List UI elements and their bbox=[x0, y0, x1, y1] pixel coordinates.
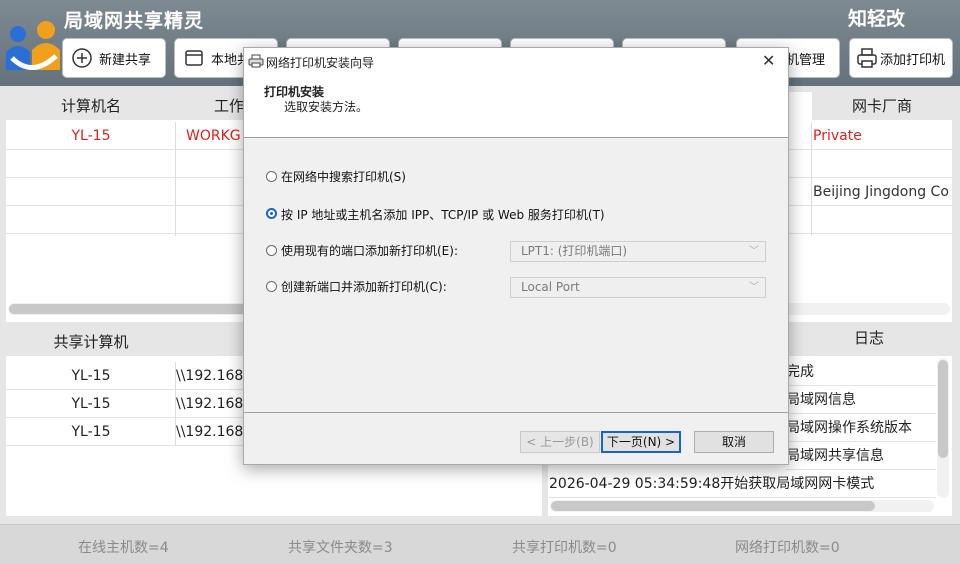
table-cell-vendor[interactable]: Private bbox=[788, 122, 952, 150]
app-logo bbox=[2, 12, 64, 82]
radio-existing-port[interactable] bbox=[266, 245, 277, 256]
log-entry: 2026-04-29 05:34:59:48开始获取局域网网卡模式 bbox=[549, 470, 936, 498]
app-title: 局域网共享精灵 bbox=[64, 10, 205, 32]
window-icon bbox=[183, 47, 205, 69]
status-network-printers: 网络打印机数=0 bbox=[735, 540, 840, 556]
scrollbar-thumb[interactable] bbox=[551, 501, 875, 511]
printer-icon bbox=[856, 47, 878, 69]
brand-watermark: 知轻改 bbox=[848, 8, 906, 30]
chevron-down-icon: ﹀ bbox=[749, 246, 759, 257]
log-horizontal-scrollbar[interactable] bbox=[550, 500, 934, 512]
new-port-type-value: Local Port bbox=[521, 280, 580, 294]
cancel-button[interactable]: 取消 bbox=[694, 431, 774, 453]
column-header-shared-computer[interactable]: 共享计算机 bbox=[6, 328, 176, 356]
dialog-titlebar[interactable]: 网络打印机安装向导 ✕ bbox=[244, 48, 788, 75]
dialog-header: 打印机安装 选取安装方法。 bbox=[244, 75, 788, 138]
add-printer-button[interactable]: 添加打印机 bbox=[849, 38, 953, 78]
column-header-workgroup[interactable]: 工作 bbox=[176, 92, 246, 120]
table-cell-vendor[interactable]: Beijing Jingdong Co bbox=[788, 178, 952, 206]
option-new-port-label[interactable]: 创建新端口并添加新打印机(C): bbox=[281, 278, 447, 295]
printer-icon bbox=[248, 54, 264, 72]
scrollbar-thumb[interactable] bbox=[938, 360, 948, 458]
table-cell-workgroup[interactable]: WORKG bbox=[176, 122, 244, 150]
table-row[interactable] bbox=[788, 150, 952, 178]
add-printer-label: 添加打印机 bbox=[880, 52, 946, 68]
radio-add-by-ip[interactable] bbox=[266, 208, 277, 219]
dialog-divider bbox=[244, 412, 788, 413]
plus-circle-icon bbox=[71, 47, 93, 69]
add-printer-wizard-dialog: 网络打印机安装向导 ✕ 打印机安装 选取安装方法。 在网络中搜索打印机(S) 按… bbox=[243, 47, 789, 465]
table-cell-shared-computer[interactable]: YL-15 bbox=[6, 390, 176, 418]
close-icon[interactable]: ✕ bbox=[762, 51, 775, 70]
new-share-button[interactable]: 新建共享 bbox=[62, 38, 166, 78]
option-add-by-ip-label[interactable]: 按 IP 地址或主机名添加 IPP、TCP/IP 或 Web 服务打印机(T) bbox=[281, 206, 605, 223]
option-existing-port-label[interactable]: 使用现有的端口添加新打印机(E): bbox=[281, 242, 458, 259]
existing-port-value: LPT1: (打印机端口) bbox=[521, 244, 628, 258]
status-shared-printers: 共享打印机数=0 bbox=[512, 540, 617, 556]
new-share-label: 新建共享 bbox=[99, 52, 152, 68]
radio-search-network[interactable] bbox=[266, 171, 277, 182]
table-cell-shared-computer[interactable]: YL-15 bbox=[6, 362, 176, 390]
table-cell-share-path[interactable]: \\192.168 bbox=[176, 418, 244, 446]
table-row[interactable] bbox=[6, 178, 244, 206]
radio-new-port[interactable] bbox=[266, 281, 277, 292]
log-entry: 局域网操作系统版本 bbox=[786, 414, 936, 442]
log-vertical-scrollbar[interactable] bbox=[937, 358, 949, 498]
table-cell-share-path[interactable]: \\192.168 bbox=[176, 362, 244, 390]
existing-port-select[interactable]: LPT1: (打印机端口) ﹀ bbox=[510, 241, 766, 262]
option-search-network-label[interactable]: 在网络中搜索打印机(S) bbox=[281, 168, 406, 185]
table-cell-computer-name[interactable]: YL-15 bbox=[6, 122, 176, 150]
new-port-type-select[interactable]: Local Port ﹀ bbox=[510, 277, 766, 298]
table-row[interactable] bbox=[6, 206, 244, 234]
column-header-computer-name[interactable]: 计算机名 bbox=[6, 92, 176, 120]
table-row[interactable] bbox=[6, 150, 244, 178]
chevron-down-icon: ﹀ bbox=[749, 282, 759, 293]
log-entry: 局域网共享信息 bbox=[786, 442, 936, 470]
status-online-hosts: 在线主机数=4 bbox=[78, 540, 169, 556]
log-header: 日志 bbox=[786, 324, 952, 352]
next-button[interactable]: 下一页(N) > bbox=[601, 431, 681, 453]
table-cell-shared-computer[interactable]: YL-15 bbox=[6, 418, 176, 446]
dialog-subheading: 选取安装方法。 bbox=[284, 100, 369, 114]
status-shared-folders: 共享文件夹数=3 bbox=[288, 540, 393, 556]
log-entry: 局域网信息 bbox=[786, 386, 936, 414]
log-entry: 完成 bbox=[786, 358, 936, 386]
back-button[interactable]: < 上一步(B) bbox=[520, 431, 600, 453]
dialog-title: 网络打印机安装向导 bbox=[266, 56, 375, 70]
table-row[interactable] bbox=[788, 206, 952, 234]
column-header-nic-vendor[interactable]: 网卡厂商 bbox=[812, 92, 952, 120]
scrollbar-thumb[interactable] bbox=[9, 304, 249, 314]
table-cell-share-path[interactable]: \\192.168 bbox=[176, 390, 244, 418]
